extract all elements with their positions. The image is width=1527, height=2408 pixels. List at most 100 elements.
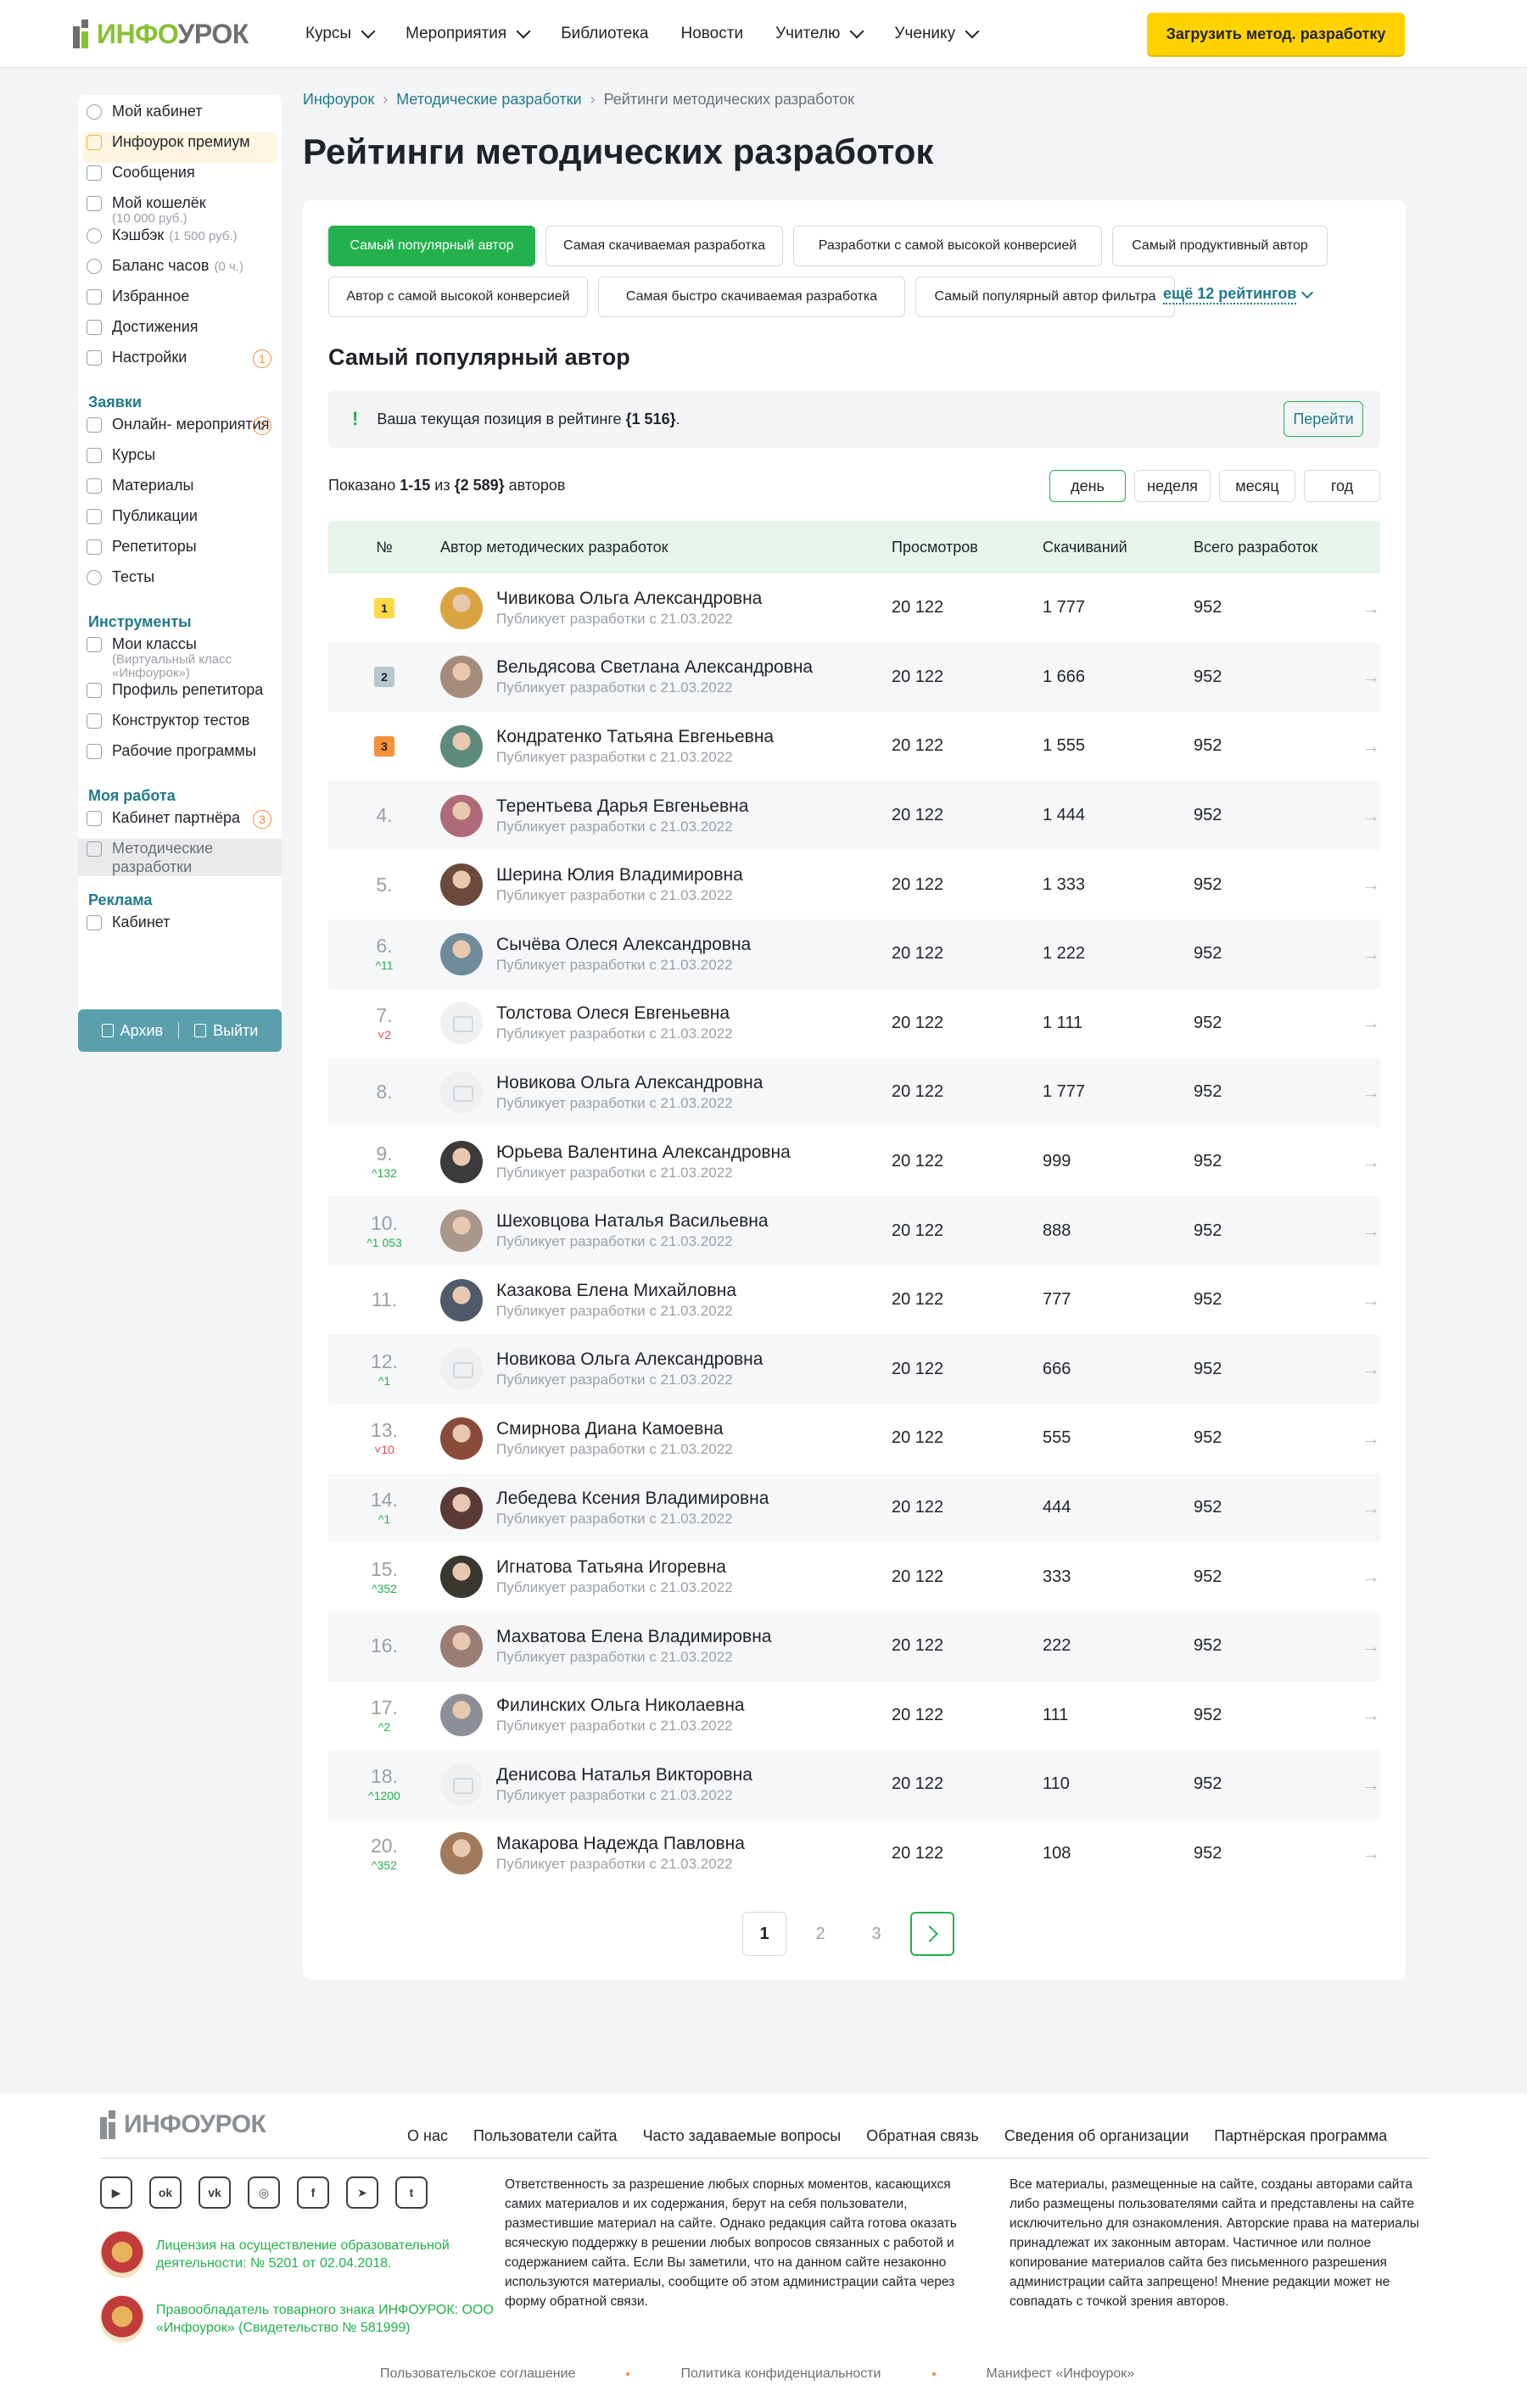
avatar[interactable] — [440, 656, 483, 699]
author-name[interactable]: Новикова Ольга Александровна — [496, 1349, 763, 1371]
footer-link[interactable]: Пользователи сайта — [473, 2127, 618, 2145]
avatar[interactable] — [440, 932, 483, 975]
nav-item-0[interactable]: Курсы — [305, 24, 376, 43]
arrow-right-icon[interactable]: → — [1338, 1842, 1380, 1864]
odnoklassniki-icon[interactable]: ok — [149, 2176, 182, 2209]
table-row[interactable]: 9. ^132 Юрьева Валентина Александровна Публ… — [328, 1127, 1380, 1197]
sidebar-item[interactable]: Методические разработки — [78, 839, 282, 876]
archive-button[interactable]: Архив — [101, 1022, 163, 1040]
twitter-icon[interactable]: t — [395, 2176, 428, 2209]
author-name[interactable]: Новикова Ольга Александровна — [496, 1072, 763, 1094]
avatar-placeholder-icon[interactable] — [440, 1002, 483, 1045]
rating-tab[interactable]: Разработки с самой высокой конверсией — [793, 226, 1102, 266]
rating-tab[interactable]: Самая скачиваемая разработка — [545, 226, 783, 266]
rating-tab[interactable]: Самая быстро скачиваемая разработка — [598, 277, 905, 317]
breadcrumb-item[interactable]: Методические разработки — [396, 91, 581, 109]
arrow-right-icon[interactable]: → — [1338, 1774, 1380, 1796]
facebook-icon[interactable]: f — [297, 2176, 329, 2209]
breadcrumb-item[interactable]: Инфоурок — [303, 91, 374, 109]
table-row[interactable]: 3 Кондратенко Татьяна Евгеньевна Публикует… — [328, 712, 1380, 781]
more-ratings-link[interactable]: ещё 12 рейтингов — [1163, 285, 1314, 304]
footer-bottom-link[interactable]: Манифест «Инфоурок» — [987, 2366, 1135, 2382]
avatar[interactable] — [440, 724, 483, 768]
arrow-right-icon[interactable]: → — [1338, 1012, 1380, 1034]
author-name[interactable]: Вельдясова Светлана Александровна — [496, 656, 813, 679]
sidebar-item[interactable]: Избранное — [78, 287, 282, 317]
avatar-placeholder-icon[interactable] — [440, 1348, 483, 1391]
table-row[interactable]: 14. ^1 Лебедева Ксения Владимировна Публику… — [328, 1472, 1380, 1543]
page-2[interactable]: 2 — [798, 1912, 842, 1956]
author-name[interactable]: Денисова Наталья Викторовна — [496, 1764, 752, 1786]
sidebar-item[interactable]: Мои классы (Виртуальный класс «Инфоурок») — [78, 634, 282, 680]
avatar[interactable] — [440, 1210, 483, 1253]
footer-link[interactable]: Часто задаваемые вопросы — [643, 2127, 842, 2145]
table-row[interactable]: 11. Казакова Елена Михайловна Публикует ра… — [328, 1265, 1380, 1335]
author-name[interactable]: Махватова Елена Владимировна — [496, 1626, 771, 1648]
avatar[interactable] — [440, 1556, 483, 1599]
table-row[interactable]: 15. ^352 Игнатова Татьяна Игоревна Публикуе… — [328, 1542, 1380, 1612]
rating-tab[interactable]: Самый популярный автор — [328, 226, 535, 266]
table-row[interactable]: 7. ˅2 Толстова Олеся Евгеньевна Публикует р… — [328, 989, 1380, 1059]
avatar[interactable] — [440, 1416, 483, 1460]
site-logo[interactable]: ИНФОУРОК — [73, 17, 249, 51]
period-0[interactable]: день — [1049, 470, 1126, 502]
vk-icon[interactable]: vk — [199, 2176, 231, 2209]
author-name[interactable]: Макарова Надежда Павловна — [496, 1833, 745, 1855]
page-3[interactable]: 3 — [854, 1912, 898, 1956]
author-name[interactable]: Шерина Юлия Владимировна — [496, 864, 743, 886]
arrow-right-icon[interactable]: → — [1338, 1566, 1380, 1588]
rating-tab[interactable]: Самый популярный автор фильтра — [915, 277, 1175, 317]
sidebar-item[interactable]: Сообщения — [78, 163, 282, 193]
author-name[interactable]: Терентьева Дарья Евгеньевна — [496, 796, 748, 818]
arrow-right-icon[interactable]: → — [1338, 1497, 1380, 1519]
arrow-right-icon[interactable]: → — [1338, 1081, 1380, 1103]
table-row[interactable]: 12. ^1 Новикова Ольга Александровна Публику… — [328, 1334, 1380, 1405]
sidebar-item[interactable]: Онлайн- мероприятия 2 — [78, 415, 282, 445]
arrow-right-icon[interactable]: → — [1338, 943, 1380, 965]
author-name[interactable]: Шеховцова Наталья Васильевна — [496, 1210, 769, 1232]
sidebar-item[interactable]: Мой кошелёк (10 000 руб.) — [78, 193, 282, 226]
rating-tab[interactable]: Автор с самой высокой конверсией — [328, 277, 588, 317]
avatar[interactable] — [440, 1694, 483, 1737]
nav-item-2[interactable]: Библиотека — [561, 25, 648, 43]
table-row[interactable]: 10. ^1 053 Шеховцова Наталья Васильевна Пуб… — [328, 1196, 1380, 1265]
avatar[interactable] — [440, 1278, 483, 1321]
sidebar-item[interactable]: Кабинет — [78, 913, 282, 943]
arrow-right-icon[interactable]: → — [1338, 1358, 1380, 1380]
license-text[interactable]: Лицензия на осуществление образовательно… — [156, 2237, 495, 2272]
sidebar-item[interactable]: Профиль репетитора — [78, 680, 282, 711]
next-page-button[interactable] — [910, 1912, 954, 1956]
footer-link[interactable]: Обратная связь — [866, 2127, 979, 2145]
table-row[interactable]: 5. Шерина Юлия Владимировна Публикует разр… — [328, 850, 1380, 919]
footer-bottom-link[interactable]: Политика конфиденциальности — [680, 2366, 881, 2382]
avatar[interactable] — [440, 1140, 483, 1183]
avatar[interactable] — [440, 794, 483, 837]
arrow-right-icon[interactable]: → — [1338, 1220, 1380, 1242]
author-name[interactable]: Филинских Ольга Николаевна — [496, 1695, 745, 1717]
footer-link[interactable]: Сведения об организации — [1004, 2127, 1189, 2145]
table-row[interactable]: 1 Чивикова Ольга Александровна Публикует р… — [328, 573, 1380, 643]
go-to-position-button[interactable]: Перейти — [1284, 401, 1363, 437]
table-row[interactable]: 18. ^1200 Денисова Наталья Викторовна Публи… — [328, 1750, 1380, 1819]
author-name[interactable]: Лебедева Ксения Владимировна — [496, 1488, 769, 1510]
avatar-placeholder-icon[interactable] — [440, 1763, 483, 1806]
period-2[interactable]: месяц — [1219, 470, 1295, 502]
table-row[interactable]: 13. ˅10 Смирнова Диана Камоевна Публикует р… — [328, 1404, 1380, 1473]
avatar[interactable] — [440, 586, 483, 629]
footer-logo[interactable]: ИНФОУРОК — [100, 2110, 266, 2139]
period-1[interactable]: неделя — [1134, 470, 1211, 502]
table-row[interactable]: 17. ^2 Филинских Ольга Николаевна Публикует… — [328, 1681, 1380, 1751]
author-name[interactable]: Юрьева Валентина Александровна — [496, 1142, 791, 1164]
footer-link[interactable]: Партнёрская программа — [1214, 2127, 1387, 2145]
sidebar-item[interactable]: Кэшбэк (1 500 руб.) — [78, 226, 282, 256]
author-name[interactable]: Кондратенко Татьяна Евгеньевна — [496, 726, 774, 748]
table-row[interactable]: 8. Новикова Ольга Александровна Публикует … — [328, 1058, 1380, 1127]
avatar[interactable] — [440, 1624, 483, 1668]
arrow-right-icon[interactable]: → — [1338, 1427, 1380, 1450]
table-row[interactable]: 4. Терентьева Дарья Евгеньевна Публикует р… — [328, 780, 1380, 851]
nav-item-1[interactable]: Мероприятия — [406, 24, 531, 43]
sidebar-item[interactable]: Конструктор тестов — [78, 711, 282, 741]
trademark-text[interactable]: Правообладатель товарного знака ИНФОУРОК… — [156, 2301, 495, 2337]
sidebar-item[interactable]: Материалы — [78, 476, 282, 506]
author-name[interactable]: Толстова Олеся Евгеньевна — [496, 1003, 733, 1025]
